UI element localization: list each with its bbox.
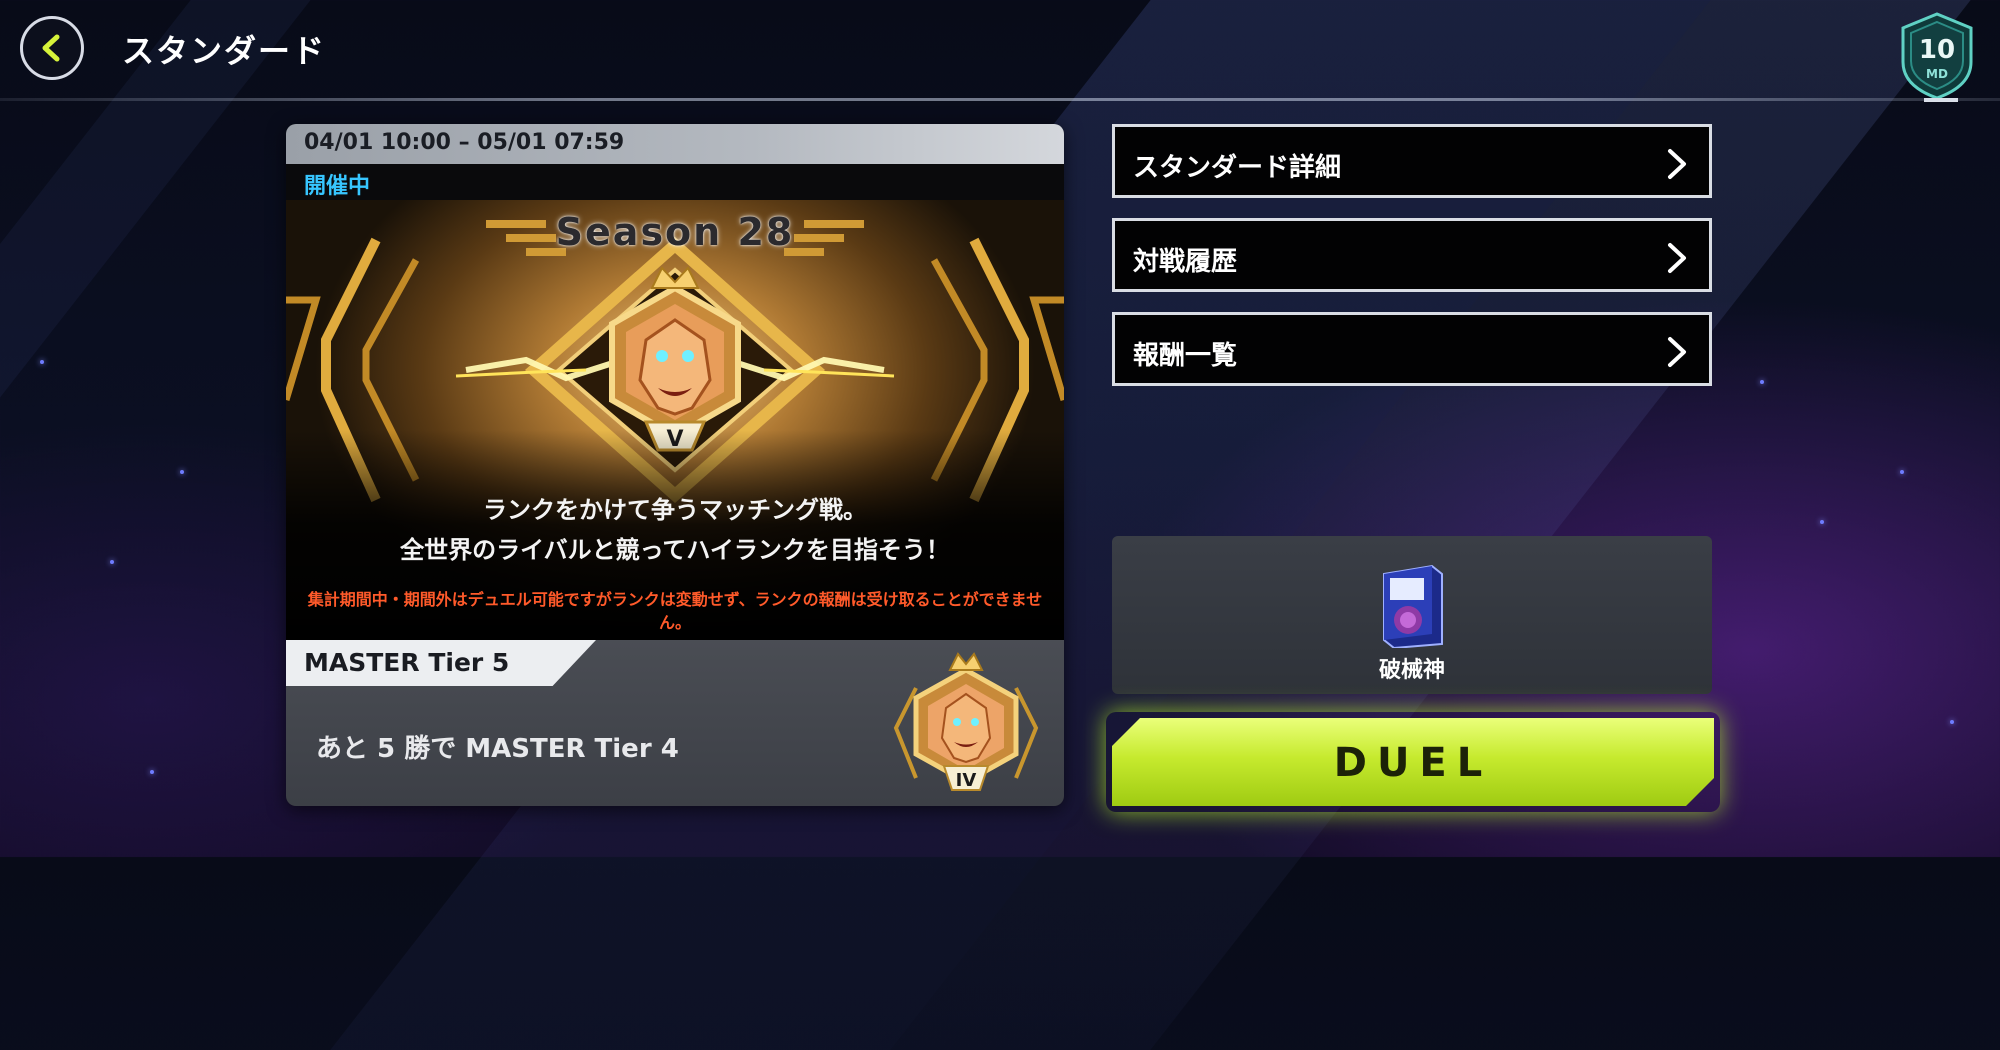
season-card[interactable]: 04/01 10:00 – 05/01 07:59 開催中 Season 28 … (286, 124, 1064, 806)
menu-item-label: 対戦履歴 (1133, 247, 1238, 277)
match-history-button[interactable]: 対戦履歴 (1112, 218, 1712, 292)
menu-item-label: スタンダード詳細 (1133, 153, 1342, 183)
player-rank-badge[interactable]: 10 MD (1897, 12, 1977, 102)
back-button[interactable] (20, 16, 84, 80)
background-spark (1820, 520, 1824, 524)
deck-name: 破械神 (1378, 658, 1445, 683)
chevron-left-icon (42, 34, 60, 62)
chevron-right-icon (1668, 243, 1686, 273)
season-status: 開催中 (304, 174, 371, 199)
duel-button[interactable]: DUEL (1112, 718, 1714, 806)
menu-item-label: 報酬一覧 (1133, 341, 1238, 371)
background-spark (1900, 470, 1904, 474)
header-bar: スタンダード 10 MD (0, 0, 2000, 102)
tier-label-box: MASTER Tier 5 (286, 640, 596, 686)
background-spark (110, 560, 114, 564)
page-title: スタンダード (122, 32, 327, 70)
tagline-line-2: 全世界のライバルと競ってハイランクを目指そう！ (400, 536, 950, 564)
rank-shield-icon: 10 MD (1901, 12, 1973, 100)
season-period: 04/01 10:00 – 05/01 07:59 (304, 130, 625, 155)
chevron-right-icon (1668, 149, 1686, 179)
period-bar: 04/01 10:00 – 05/01 07:59 (286, 124, 1064, 164)
header-divider (0, 98, 2000, 101)
chevron-right-icon (1668, 337, 1686, 367)
standard-details-button[interactable]: スタンダード詳細 (1112, 124, 1712, 198)
season-title: Season 28 (555, 210, 795, 254)
rank-emblem-icon: IV (893, 652, 1039, 791)
rank-notice: 集計期間中・期間外はデュエル可能ですがランクは変動せず、ランクの報酬は受け取るこ… (307, 590, 1043, 632)
background-spark (180, 470, 184, 474)
next-tier-grade: IV (956, 770, 977, 791)
tier-area: MASTER Tier 5 あと 5 勝で MASTER Tier 4 IV (286, 640, 1064, 806)
season-hero-banner: V Season 28 ランクをかけて争うマッチング戦。 全世界のライバルと競っ… (286, 200, 1064, 640)
background-spark (1950, 720, 1954, 724)
tier-progress-text: あと 5 勝で MASTER Tier 4 (316, 734, 679, 764)
tagline-line-1: ランクをかけて争うマッチング戦。 (483, 496, 867, 524)
rank-level: 10 (1919, 35, 1955, 65)
background-spark (150, 770, 154, 774)
rewards-list-button[interactable]: 報酬一覧 (1112, 312, 1712, 386)
rank-abbr: MD (1926, 67, 1948, 81)
deck-select-panel[interactable]: 破械神 (1112, 536, 1712, 694)
status-strip: 開催中 (286, 164, 1064, 200)
deck-box-icon (1383, 564, 1443, 648)
background-spark (1760, 380, 1764, 384)
background-spark (40, 360, 44, 364)
current-tier: MASTER Tier 5 (304, 648, 510, 677)
duel-button-label: DUEL (1333, 740, 1493, 786)
